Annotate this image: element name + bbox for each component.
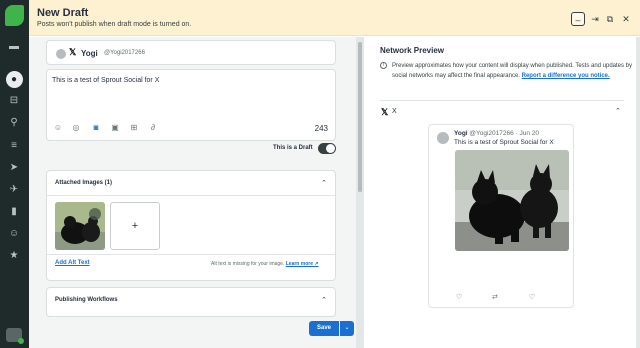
draft-toggle-label: This is a Draft [273, 145, 313, 151]
banner-title: New Draft [37, 7, 89, 19]
save-options-dropdown[interactable]: ⌄ [340, 321, 354, 336]
tweet-preview-card: Yogi @Yogi2017266 · Jun 20 This is a tes… [428, 124, 574, 308]
minimize-icon[interactable]: – [571, 12, 585, 26]
inbox-icon[interactable]: ⊟ [7, 94, 21, 108]
campaigns-icon[interactable]: ✈ [7, 183, 21, 197]
network-label: X [392, 108, 397, 115]
section-divider [47, 254, 335, 255]
tasks-icon[interactable]: ≡ [7, 139, 21, 153]
network-preview-pane: Network Preview i Preview approximates h… [364, 37, 640, 348]
tweet-header: Yogi @Yogi2017266 · Jun 20 [454, 130, 539, 137]
tweet-image [455, 150, 569, 251]
add-image-button[interactable]: + [110, 202, 160, 250]
info-icon: i [380, 62, 387, 69]
attached-images-title: Attached Images (1) [55, 180, 113, 186]
reports-icon[interactable]: ▮ [7, 205, 21, 219]
add-alt-text-link[interactable]: Add Alt Text [55, 260, 90, 266]
x-network-icon: 𝕏 [381, 107, 389, 117]
account-selector[interactable]: 𝕏 Yogi @Yogi2017266 [46, 40, 336, 65]
composer-pane: 𝕏 Yogi @Yogi2017266 This is a test of Sp… [29, 37, 364, 348]
learn-more-link[interactable]: Learn more ↗ [286, 261, 319, 267]
toggle-knob [326, 144, 335, 153]
chevron-up-icon[interactable]: ⌃ [321, 296, 327, 304]
collapse-preview-icon[interactable]: ⇥ [588, 12, 602, 26]
product-tag-icon[interactable]: ⊞ [129, 123, 139, 133]
gallery-icon[interactable]: ▣ [110, 123, 120, 133]
expand-window-icon[interactable]: ⧉ [603, 12, 617, 26]
composer-scroll-thumb[interactable] [358, 42, 362, 192]
alt-text-warning: Alt text is missing for your image. Lear… [211, 261, 319, 267]
publishing-workflows-title: Publishing Workflows [55, 297, 118, 303]
preview-scrollbar[interactable] [636, 37, 640, 348]
sprout-logo[interactable] [5, 5, 24, 26]
tweet-author-name: Yogi [454, 130, 468, 137]
section-divider [47, 195, 335, 196]
camera-icon[interactable]: ◙ [91, 123, 101, 133]
account-avatar [56, 49, 66, 59]
send-icon[interactable]: ➤ [7, 161, 21, 175]
network-preview-title: Network Preview [380, 46, 445, 55]
account-name: Yogi [81, 49, 98, 58]
save-button[interactable]: Save [309, 321, 339, 336]
link-icon[interactable]: ∂ [148, 123, 158, 133]
tweet-text: This is a test of Sprout Social for X [454, 139, 554, 146]
message-editor[interactable]: This is a test of Sprout Social for X ☺ … [46, 69, 336, 141]
alt-text-warning-text: Alt text is missing for your image. [211, 261, 285, 267]
reply-icon: ♡ [456, 294, 463, 301]
message-text[interactable]: This is a test of Sprout Social for X [52, 77, 159, 84]
people-icon[interactable]: ☺ [7, 227, 21, 241]
global-sidebar: ▬ ● ⊟ ⚲ ≡ ➤ ✈ ▮ ☺ ★ [0, 0, 29, 348]
retweet-icon: ⇄ [492, 294, 498, 301]
account-handle: @Yogi2017266 [104, 50, 145, 56]
draft-banner: New Draft Posts won't publish when draft… [29, 0, 640, 36]
draft-toggle[interactable] [318, 143, 336, 154]
preview-description: Preview approximates how your content wi… [392, 61, 638, 81]
close-icon[interactable]: ✕ [619, 12, 633, 26]
ai-assist-icon[interactable]: ◎ [71, 123, 81, 133]
chevron-up-icon[interactable]: ⌃ [615, 107, 621, 115]
banner-subtitle: Posts won't publish when draft mode is t… [37, 21, 192, 28]
emoji-icon[interactable]: ☺ [53, 123, 63, 133]
tweet-avatar [437, 132, 449, 144]
compose-icon: ● [10, 74, 18, 85]
publishing-workflows-section: Publishing Workflows ⌃ [46, 287, 336, 317]
x-network-icon: 𝕏 [69, 47, 77, 57]
pin-icon[interactable]: ⚲ [7, 116, 21, 130]
online-status-dot [18, 338, 24, 344]
preview-divider [380, 100, 624, 101]
attached-image-thumbnail[interactable] [55, 202, 105, 250]
chevron-up-icon[interactable]: ⌃ [321, 179, 327, 187]
folder-icon[interactable]: ▬ [7, 40, 21, 54]
attached-images-section: Attached Images (1) ⌃ + Add Alt Text Alt… [46, 170, 336, 281]
report-difference-link[interactable]: Report a difference you notice. [522, 73, 610, 79]
like-icon: ♡ [529, 294, 536, 301]
star-icon[interactable]: ★ [7, 249, 21, 263]
tweet-handle-date: @Yogi2017266 · Jun 20 [469, 130, 540, 137]
character-count: 243 [314, 124, 328, 133]
